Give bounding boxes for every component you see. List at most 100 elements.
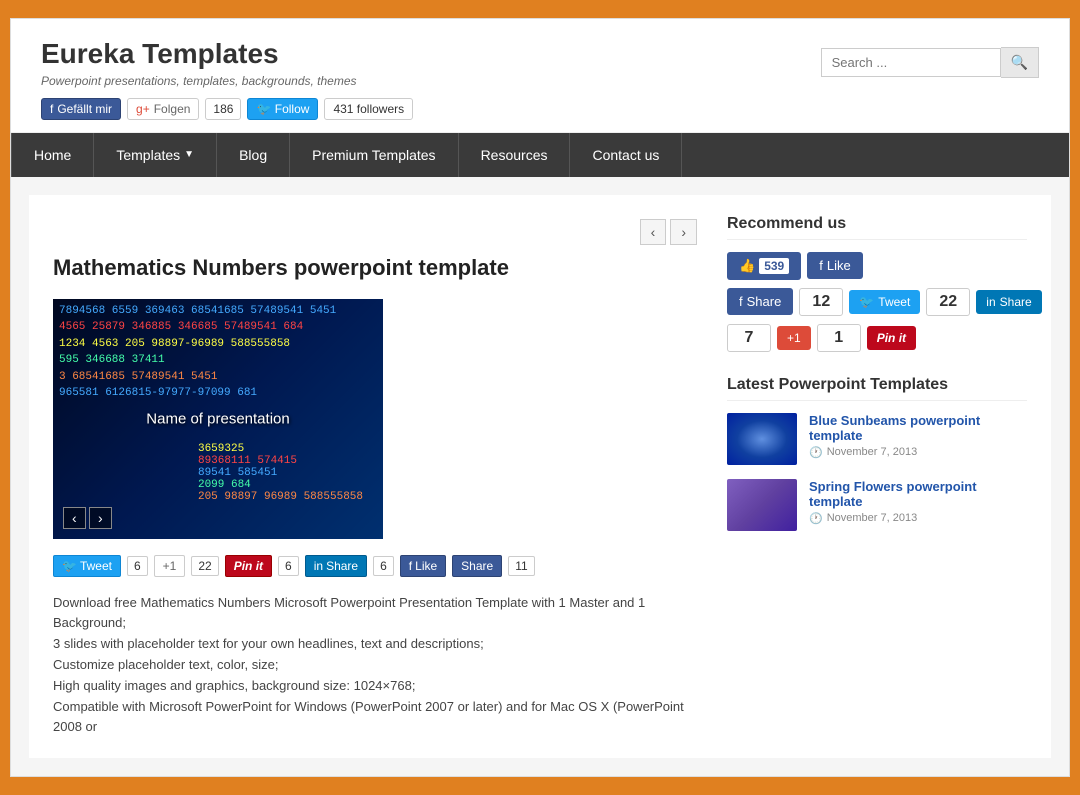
twitter-followers-count: 431 followers [324,98,413,120]
recommend-row3: 7 +1 1 Pin it [727,324,1027,352]
linkedin-icon: in [986,295,995,309]
slide-number-overlay-5: 205 98897 96989 588555858 [198,491,363,503]
tweet-count: 6 [127,556,148,576]
slide-next-button[interactable]: › [89,507,112,529]
gplus-widget[interactable]: +1 [777,326,811,350]
nav-item-blog[interactable]: Blog [217,133,290,177]
template-thumb-0 [727,413,797,465]
slide-center-text: Name of presentation [146,410,289,427]
gplus-count: 186 [205,98,241,120]
pin-sidebar-count: 1 [817,324,861,352]
number-line-5: 3 68541685 57489541 5451 [53,369,383,386]
tweet-bird-icon: 🐦 [859,295,874,309]
recommend-row1: 👍 539 f Like [727,252,1027,280]
template-info-1: Spring Flowers powerpoint template 🕐 Nov… [809,479,1027,525]
article-title: Mathematics Numbers powerpoint template [53,249,697,281]
site-tagline: Powerpoint presentations, templates, bac… [41,74,413,88]
template-item-1: Spring Flowers powerpoint template 🕐 Nov… [727,479,1027,531]
template-name-1[interactable]: Spring Flowers powerpoint template [809,479,1027,509]
nav-item-home[interactable]: Home [11,133,94,177]
pinterest-widget[interactable]: Pin it [867,326,916,350]
body-line-1: Download free Mathematics Numbers Micros… [53,593,697,635]
slide-number-overlay-3: 89541 585451 [198,467,363,479]
tweet-count-widget: 12 [799,288,843,316]
fb-like-label-widget[interactable]: f Like [807,252,862,279]
header-search: 🔍 [821,47,1039,78]
slideshow-container: 7894568 6559 369463 68541685 57489541 54… [53,299,383,539]
body-line-5: Compatible with Microsoft PowerPoint for… [53,697,697,739]
fb-like-icon: f [819,258,823,273]
header-left: Eureka Templates Powerpoint presentation… [41,37,413,120]
main-nav: Home Templates ▼ Blog Premium Templates … [11,133,1069,177]
fb-count: 11 [508,556,534,576]
number-line-6: 965581 6126815-97977-97099 681 [53,385,383,402]
slide-number-overlay-4: 2099 684 [198,479,363,491]
nav-item-resources[interactable]: Resources [459,133,571,177]
fb-like-count: 539 [759,258,789,274]
gplus-share-count: 22 [191,556,218,576]
slide-prev-button[interactable]: ‹ [63,507,86,529]
main-content: ‹ › Mathematics Numbers powerpoint templ… [53,215,697,739]
next-page-button[interactable]: › [670,219,697,245]
gplus-share-button[interactable]: +1 [154,555,186,577]
outer-wrapper: Eureka Templates Powerpoint presentation… [10,18,1070,777]
pinterest-count: 6 [278,556,299,576]
fb-like-thumb-icon: 👍 [739,258,755,274]
fb-icon-article: f [409,559,412,573]
template-name-0[interactable]: Blue Sunbeams powerpoint template [809,413,1027,443]
fb-like-widget[interactable]: 👍 539 [727,252,801,280]
linkedin-count-widget: 22 [926,288,970,316]
tweet-widget[interactable]: 🐦 Tweet [849,290,920,314]
template-date-0: 🕐 November 7, 2013 [809,446,1027,459]
content-area: ‹ › Mathematics Numbers powerpoint templ… [29,195,1051,759]
twitter-icon: 🐦 [256,102,271,116]
clock-icon-1: 🕐 [809,512,823,525]
body-line-2: 3 slides with placeholder text for your … [53,634,697,655]
nav-item-templates[interactable]: Templates ▼ [94,133,217,177]
linkedin-count: 6 [373,556,394,576]
twitter-share-icon: 🐦 [62,559,77,573]
number-line-1: 7894568 6559 369463 68541685 57489541 54… [53,303,383,320]
social-share-bar: 🐦 Tweet 6 +1 22 Pin it 6 in Share 6 [53,555,697,577]
template-info-0: Blue Sunbeams powerpoint template 🕐 Nove… [809,413,1027,459]
template-thumb-1 [727,479,797,531]
slide-overlay: 7894568 6559 369463 68541685 57489541 54… [53,299,383,539]
nav-item-contact[interactable]: Contact us [570,133,682,177]
number-line-4: 595 346688 37411 [53,352,383,369]
template-item-0: Blue Sunbeams powerpoint template 🕐 Nove… [727,413,1027,465]
nav-item-premium-templates[interactable]: Premium Templates [290,133,458,177]
recommend-row2: f Share 12 🐦 Tweet 22 in Sh [727,288,1027,316]
search-button[interactable]: 🔍 [1001,47,1039,78]
twitter-follow-button[interactable]: 🐦 Follow [247,98,318,120]
recommend-title: Recommend us [727,215,1027,240]
linkedin-widget[interactable]: in Share [976,290,1041,314]
number-line-2: 4565 25879 346885 346685 57489541 684 [53,319,383,336]
gplus-icon: g+ [136,102,150,116]
search-input[interactable] [821,48,1001,77]
facebook-like-button[interactable]: f Gefällt mir [41,98,121,120]
template-date-1: 🕐 November 7, 2013 [809,512,1027,525]
latest-templates-title: Latest Powerpoint Templates [727,376,1027,401]
sidebar: Recommend us 👍 539 f Like f Share [727,215,1027,739]
recommend-section: Recommend us 👍 539 f Like f Share [727,215,1027,352]
pinterest-button[interactable]: Pin it [225,555,272,577]
social-buttons: f Gefällt mir g+ Folgen 186 🐦 Follow 431… [41,98,413,120]
fb-share-icon: f [739,294,743,309]
prev-page-button[interactable]: ‹ [640,219,667,245]
body-line-3: Customize placeholder text, color, size; [53,655,697,676]
linkedin-share-button[interactable]: in Share [305,555,367,577]
number-line-3: 1234 4563 205 98897-96989 588555858 [53,336,383,353]
page-navigation: ‹ › [640,219,697,245]
gplus-follow-button[interactable]: g+ Folgen [127,98,199,120]
body-line-4: High quality images and graphics, backgr… [53,676,697,697]
chevron-down-icon: ▼ [184,149,194,160]
header: Eureka Templates Powerpoint presentation… [11,19,1069,133]
fb-like-article-button[interactable]: f Like [400,555,446,577]
gplus-sidebar-count: 7 [727,324,771,352]
facebook-icon: f [50,102,53,116]
tweet-button[interactable]: 🐦 Tweet [53,555,121,577]
latest-templates-section: Latest Powerpoint Templates Blue Sunbeam… [727,376,1027,531]
slide-number-overlay-1: 3659325 [198,443,363,455]
fb-share-article-button[interactable]: Share [452,555,502,577]
fb-share-widget[interactable]: f Share [727,288,793,315]
